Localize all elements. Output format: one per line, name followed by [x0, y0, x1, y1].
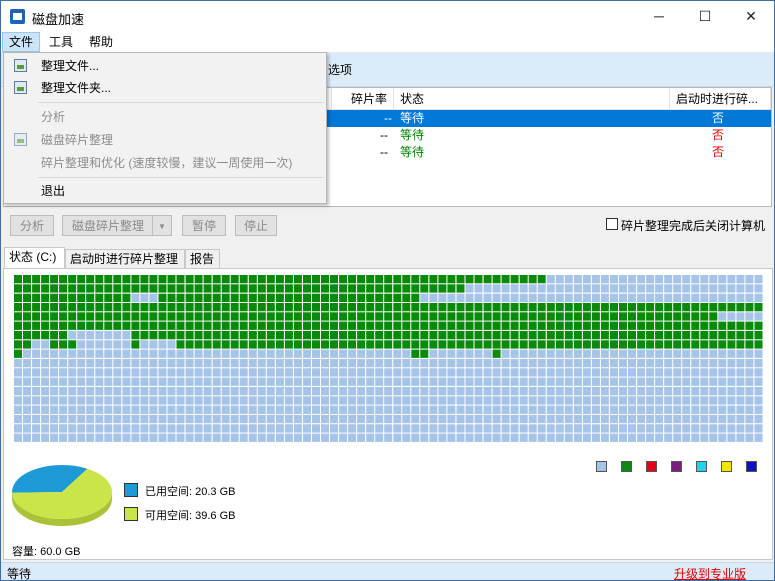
file-icon [14, 59, 27, 72]
status-bar: 等待 升级到专业版 [1, 562, 774, 581]
menu-item-label: 碎片整理和优化 (速度较慢，建议一周使用一次) [41, 156, 293, 170]
menu-item-label: 磁盘碎片整理 [41, 133, 114, 147]
menu-item-defrag-file[interactable]: 整理文件... [4, 55, 326, 77]
disk-icon [14, 133, 27, 146]
status-panel: 已用空间: 20.3 GB 可用空间: 39.6 GB 容量: 60.0 GB [3, 268, 773, 560]
frag-value: -- [380, 128, 388, 142]
control-bar: 分析 磁盘碎片整理 ▼ 暂停 停止 碎片整理完成后关闭计算机 [1, 209, 774, 243]
tab-status[interactable]: 状态 (C:) [4, 247, 65, 268]
legend-mft-swatch [696, 461, 707, 472]
tab-boot-defrag[interactable]: 启动时进行碎片整理 [65, 249, 185, 268]
status-text: 等待 [7, 567, 32, 581]
status-value: 等待 [400, 111, 425, 125]
shutdown-checkbox[interactable] [606, 218, 618, 230]
frag-value: -- [380, 145, 388, 159]
menu-item-label: 整理文件夹... [41, 81, 112, 95]
defrag-button[interactable]: 磁盘碎片整理 ▼ [62, 215, 172, 236]
defrag-button-label: 磁盘碎片整理 [72, 219, 145, 233]
menu-item-exit[interactable]: 退出 [4, 180, 326, 202]
column-header-frag[interactable]: 碎片率 [332, 88, 394, 110]
menu-file[interactable]: 文件 [2, 32, 41, 52]
used-space-label: 已用空间: 20.3 GB [145, 486, 236, 498]
status-value: 等待 [400, 128, 425, 142]
menu-separator [38, 177, 324, 178]
capacity-label: 容量: 60.0 GB [12, 546, 81, 558]
boot-value: 否 [712, 111, 725, 125]
menu-help[interactable]: 帮助 [83, 33, 119, 51]
cluster-map [14, 275, 763, 442]
window-title: 磁盘加速 [32, 12, 85, 27]
disk-usage-pie-chart [12, 465, 112, 526]
menu-separator [38, 102, 324, 103]
legend-system-swatch [671, 461, 682, 472]
chevron-down-icon[interactable]: ▼ [152, 216, 171, 235]
column-header-boot[interactable]: 启动时进行碎... [670, 88, 771, 110]
stop-button[interactable]: 停止 [235, 215, 277, 236]
upgrade-link[interactable]: 升级到专业版 [674, 565, 746, 580]
shutdown-label[interactable]: 碎片整理完成后关闭计算机 [621, 217, 765, 234]
legend-fragmented-swatch [646, 461, 657, 472]
legend-locked-swatch [746, 461, 757, 472]
tab-report[interactable]: 报告 [185, 249, 220, 268]
boot-value: 否 [712, 128, 725, 142]
file-menu-dropdown: 整理文件... 整理文件夹... 分析 磁盘碎片整理 碎片整理和优化 (速度较慢… [3, 52, 327, 204]
menu-tools[interactable]: 工具 [43, 33, 79, 51]
menu-item-defrag-optimize[interactable]: 碎片整理和优化 (速度较慢，建议一周使用一次) [4, 152, 326, 174]
free-space-label: 可用空间: 39.6 GB [145, 510, 236, 522]
app-window: 磁盘加速 ─ ☐ ✕ 文件 工具 帮助 选项 碎片率 状态 启动时进行碎... … [0, 0, 775, 581]
app-icon [10, 9, 25, 24]
analyze-button[interactable]: 分析 [10, 215, 54, 236]
boot-value: 否 [712, 145, 725, 159]
menu-bar: 文件 工具 帮助 [1, 32, 774, 52]
title-bar: 磁盘加速 ─ ☐ ✕ [1, 1, 774, 32]
used-space-swatch [124, 483, 138, 497]
options-button[interactable]: 选项 [328, 61, 352, 78]
close-button[interactable]: ✕ [728, 1, 774, 32]
menu-item-label: 分析 [41, 110, 66, 124]
menu-item-label: 整理文件... [41, 59, 100, 73]
menu-item-defrag-folder[interactable]: 整理文件夹... [4, 77, 326, 99]
maximize-button[interactable]: ☐ [682, 1, 728, 32]
legend-moving-swatch [721, 461, 732, 472]
menu-item-analyze[interactable]: 分析 [4, 106, 326, 128]
menu-item-label: 退出 [41, 184, 66, 198]
folder-icon [14, 81, 27, 94]
free-space-swatch [124, 507, 138, 521]
pause-button[interactable]: 暂停 [182, 215, 226, 236]
minimize-button[interactable]: ─ [636, 1, 682, 32]
menu-item-disk-defrag[interactable]: 磁盘碎片整理 [4, 129, 326, 151]
status-value: 等待 [400, 145, 425, 159]
legend-free-swatch [596, 461, 607, 472]
frag-value: -- [384, 111, 392, 125]
column-header-status[interactable]: 状态 [394, 88, 670, 110]
legend-used-swatch [621, 461, 632, 472]
